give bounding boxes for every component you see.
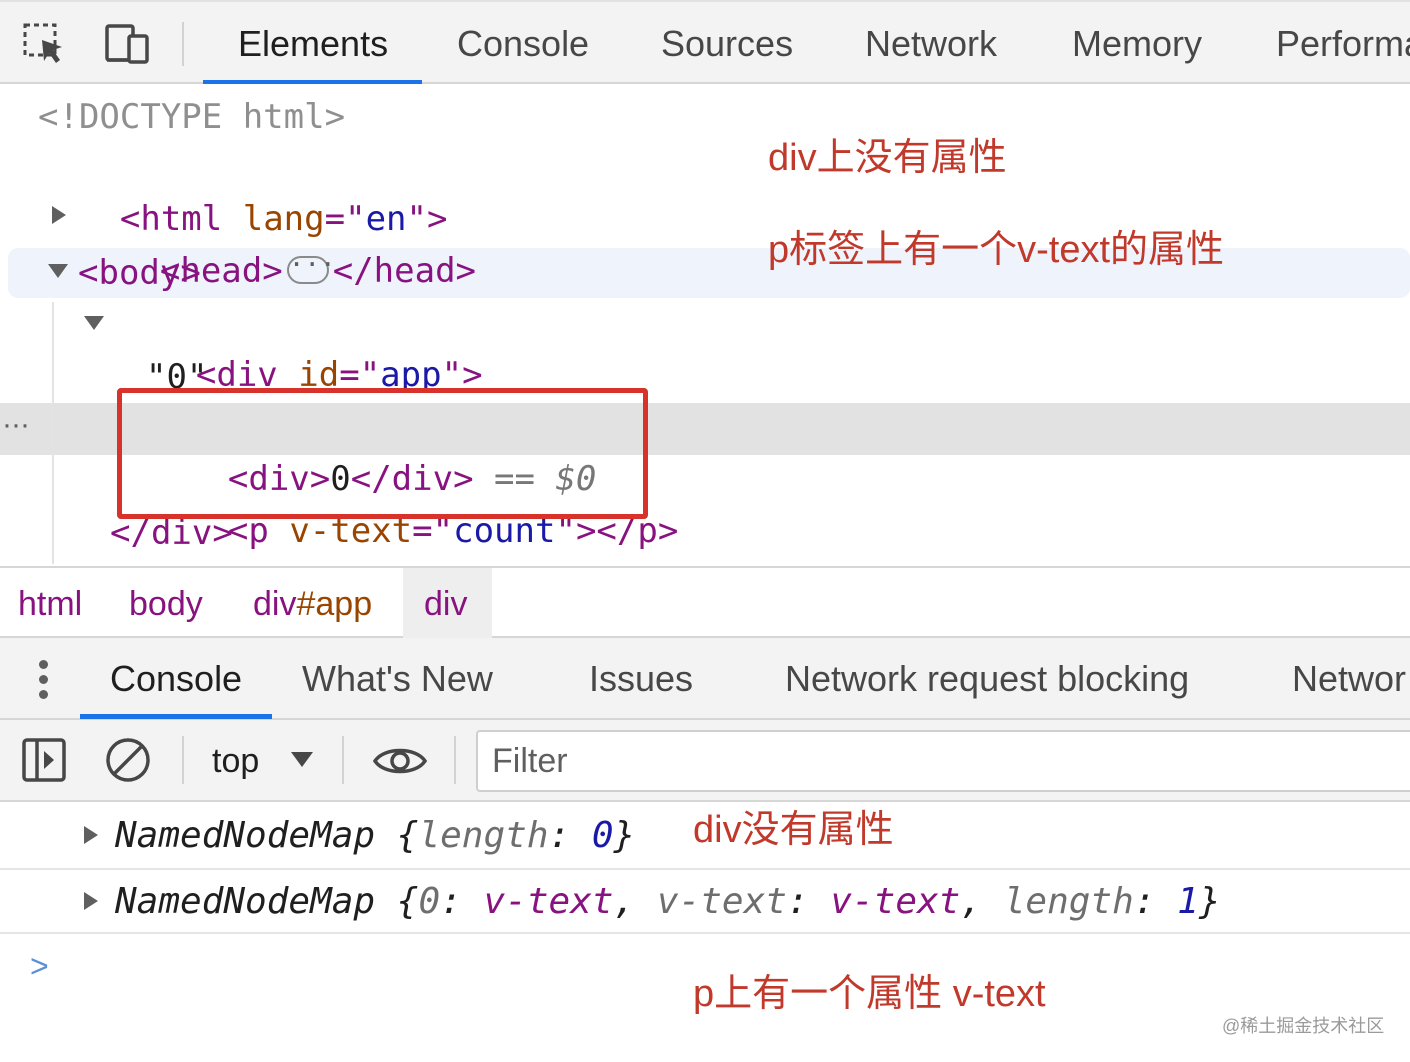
breadcrumb-div-app[interactable]: div#app	[253, 568, 372, 638]
object-key: v-text	[656, 881, 787, 922]
console-object-preview[interactable]: NamedNodeMap {length: 0}	[115, 814, 635, 858]
object-value: v-text	[830, 881, 961, 922]
object-value: 1	[1177, 881, 1199, 922]
drawer-tab-bar: Console What's New Issues Network reques…	[0, 638, 1410, 720]
expand-object-arrow-icon[interactable]	[84, 826, 98, 844]
brace-close: }	[613, 815, 636, 856]
brace-open: {	[396, 815, 419, 856]
elements-dom-tree: <!DOCTYPE html> <html lang="en"> <head> ·…	[0, 84, 1410, 566]
comma: ,	[613, 881, 657, 922]
breadcrumb: html body div#app div	[0, 566, 1410, 638]
tab-console[interactable]: Console	[457, 2, 589, 84]
annotation-p-has-vtext: p标签上有一个v-text的属性	[768, 229, 1225, 271]
sidebar-toggle-icon[interactable]	[22, 738, 66, 782]
toolbar-separator	[182, 22, 184, 66]
inspect-element-icon[interactable]	[20, 20, 68, 68]
tab-network[interactable]: Network	[865, 2, 997, 84]
collapse-div-app-arrow-icon[interactable]	[84, 316, 104, 330]
drawer-tab-issues[interactable]: Issues	[589, 638, 693, 718]
tab-performance[interactable]: Performa	[1276, 2, 1410, 84]
doctype-node[interactable]: <!DOCTYPE html>	[38, 92, 345, 142]
context-selector[interactable]: top	[212, 720, 259, 800]
breadcrumb-div-app-id: #app	[296, 585, 373, 623]
annotation-div-no-attrs: div上没有属性	[768, 137, 1007, 179]
colon: :	[548, 815, 592, 856]
object-value: 0	[591, 815, 614, 856]
drawer-tab-whats-new[interactable]: What's New	[302, 638, 493, 718]
console-toolbar: top	[0, 720, 1410, 802]
toolbar-separator	[342, 736, 344, 784]
drawer-tab-console[interactable]: Console	[110, 638, 242, 718]
breadcrumb-body[interactable]: body	[129, 568, 203, 638]
tab-sources[interactable]: Sources	[661, 2, 793, 84]
drawer-tab-network-conditions[interactable]: Networ	[1292, 638, 1406, 718]
filter-input[interactable]	[476, 730, 1410, 792]
annotation-p-has-vtext-console: p上有一个属性 v-text	[693, 973, 1046, 1015]
breadcrumb-div-app-tag: div	[253, 585, 297, 623]
console-output: NamedNodeMap {length: 0} div没有属性 NamedNo…	[0, 802, 1410, 1062]
breadcrumb-html[interactable]: html	[18, 568, 82, 638]
console-message-row[interactable]: NamedNodeMap {0: v-text, v-text: v-text,…	[0, 870, 1410, 934]
devtools-main-toolbar: Elements Console Sources Network Memory …	[0, 0, 1410, 85]
collapse-body-arrow-icon[interactable]	[48, 264, 68, 278]
body-node[interactable]: <body>	[78, 248, 201, 298]
breadcrumb-div[interactable]: div	[403, 568, 492, 638]
drawer-menu-icon[interactable]	[38, 660, 50, 700]
expand-object-arrow-icon[interactable]	[84, 892, 98, 910]
object-type-name: NamedNodeMap	[115, 815, 397, 856]
tab-memory[interactable]: Memory	[1072, 2, 1202, 84]
tab-elements[interactable]: Elements	[238, 2, 388, 84]
object-type-name: NamedNodeMap	[115, 881, 397, 922]
clear-console-icon[interactable]	[104, 736, 152, 784]
device-toolbar-icon[interactable]	[103, 20, 151, 68]
colon: :	[786, 881, 831, 922]
tree-guide-line	[52, 302, 54, 564]
object-value: v-text	[483, 881, 614, 922]
object-key: length	[418, 815, 549, 856]
row-menu-icon[interactable]: ···	[2, 410, 30, 440]
annotation-highlight-box	[117, 388, 648, 519]
brace-open: {	[396, 881, 419, 922]
annotation-div-no-attrs-console: div没有属性	[693, 809, 894, 851]
colon: :	[440, 881, 484, 922]
colon: :	[1133, 881, 1178, 922]
comma: ,	[960, 881, 1004, 922]
toolbar-separator	[182, 736, 184, 784]
collapsed-ellipsis-icon[interactable]: ···	[286, 252, 336, 284]
expand-head-arrow-icon[interactable]	[52, 206, 66, 224]
drawer-tab-network-request-blocking[interactable]: Network request blocking	[785, 638, 1189, 718]
toolbar-separator	[454, 736, 456, 784]
drawer-active-tab-indicator	[80, 714, 272, 719]
brace-close: }	[1198, 881, 1221, 922]
console-object-preview[interactable]: NamedNodeMap {0: v-text, v-text: v-text,…	[115, 880, 1221, 924]
object-key: length	[1003, 881, 1134, 922]
object-key: 0	[418, 881, 441, 922]
console-prompt-icon[interactable]: >	[30, 948, 49, 985]
watermark: @稀土掘金技术社区	[1222, 1016, 1385, 1036]
head-close-tag: </head>	[332, 251, 477, 291]
live-expression-eye-icon[interactable]	[372, 742, 428, 780]
chevron-down-icon[interactable]	[291, 752, 313, 767]
